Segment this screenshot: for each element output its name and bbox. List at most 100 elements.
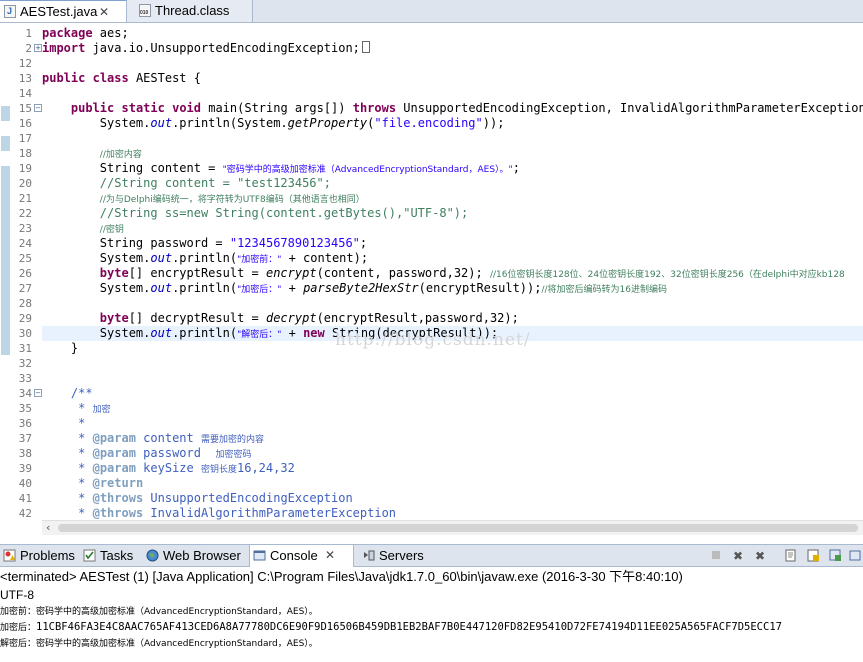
line-number: 33 xyxy=(18,372,32,385)
tab-problems[interactable]: Problems xyxy=(0,545,76,567)
code-text-area[interactable]: package aes; import java.io.UnsupportedE… xyxy=(42,23,863,520)
line-number: 32 xyxy=(18,357,32,370)
code-line: System.out.println("加密后：" + parseByte2He… xyxy=(99,281,668,295)
console-line: 加密前：密码学中的高级加密标准（AdvancedEncryptionStanda… xyxy=(0,607,318,617)
display-console-icon[interactable] xyxy=(848,549,862,563)
tab-aestest-java[interactable]: AESTest.java ✕ xyxy=(0,0,127,22)
line-number: 15 xyxy=(18,102,32,115)
code-line: byte[] encryptResult = encrypt(content, … xyxy=(99,266,845,280)
code-line: * xyxy=(70,416,86,430)
close-icon[interactable]: ✕ xyxy=(325,545,335,566)
line-number: 22 xyxy=(18,207,32,220)
tab-web-browser[interactable]: Web Browser xyxy=(143,545,245,567)
line-number: 13 xyxy=(18,72,32,85)
console-line: UTF-8 xyxy=(0,588,34,602)
code-line: * @param content 需要加密的内容 xyxy=(70,431,264,445)
console-icon xyxy=(253,550,266,561)
tab-servers[interactable]: Servers xyxy=(359,545,429,567)
collapse-fold-icon[interactable]: − xyxy=(34,104,42,112)
line-number: 25 xyxy=(18,252,32,265)
console-line: 加密后：11CBF46FA3E4C8AAC765AF413CED6A8A7778… xyxy=(0,621,782,633)
line-number: 20 xyxy=(18,177,32,190)
code-line: public static void main(String args[]) t… xyxy=(70,101,863,115)
tab-label: Console xyxy=(270,548,318,563)
view-tab-bar: Problems Tasks Web Browser Console ✕ Ser… xyxy=(0,544,863,567)
folded-imports-box[interactable] xyxy=(361,41,370,53)
line-number: 2 xyxy=(25,42,32,55)
tab-label: Servers xyxy=(379,548,424,563)
class-file-icon xyxy=(139,4,151,19)
code-line: package aes; xyxy=(42,26,129,40)
pin-console-icon[interactable] xyxy=(828,549,842,563)
code-line: * @throws InvalidAlgorithmParameterExcep… xyxy=(70,506,397,520)
console-process-label: <terminated> AESTest (1) [Java Applicati… xyxy=(0,569,683,584)
line-number: 16 xyxy=(18,117,32,130)
line-number: 21 xyxy=(18,192,32,205)
code-line: * @return xyxy=(70,476,144,490)
code-line: byte[] decryptResult = decrypt(encryptRe… xyxy=(99,311,519,325)
code-line: //密钥 xyxy=(99,225,124,235)
java-file-icon xyxy=(4,5,16,18)
line-number: 17 xyxy=(18,132,32,145)
code-line: * @param keySize 密钥长度16,24,32 xyxy=(70,461,295,475)
code-line: String password = "1234567890123456"; xyxy=(99,236,368,250)
line-number: 35 xyxy=(18,402,32,415)
code-line: System.out.println(System.getProperty("f… xyxy=(99,116,505,130)
code-line: //String ss=new String(content.getBytes(… xyxy=(99,206,469,220)
scrollbar-thumb[interactable] xyxy=(58,524,858,532)
code-line: String content = "密码学中的高级加密标准（AdvancedEn… xyxy=(99,161,520,175)
line-number: 29 xyxy=(18,312,32,325)
tasks-icon xyxy=(83,549,96,562)
code-line: //为与Delphi编码统一，将字符转为UTF8编码（其他语言也相同） xyxy=(99,195,365,205)
horizontal-scrollbar[interactable]: ‹ xyxy=(42,520,863,535)
clear-console-icon[interactable] xyxy=(784,549,798,563)
servers-icon xyxy=(364,550,375,561)
terminate-icon[interactable] xyxy=(709,549,723,563)
line-number: 36 xyxy=(18,417,32,430)
console-output[interactable]: <terminated> AESTest (1) [Java Applicati… xyxy=(0,567,863,662)
code-line: public class AESTest { xyxy=(42,71,201,85)
line-number: 31 xyxy=(18,342,32,355)
tab-console[interactable]: Console ✕ xyxy=(249,545,354,567)
line-number: 37 xyxy=(18,432,32,445)
globe-icon xyxy=(146,549,159,562)
line-number: 26 xyxy=(18,267,32,280)
line-number: 41 xyxy=(18,492,32,505)
remove-launch-icon[interactable]: ✖ xyxy=(731,549,745,563)
line-number: 27 xyxy=(18,282,32,295)
tab-label: Thread.class xyxy=(155,3,230,18)
tab-thread-class[interactable]: Thread.class xyxy=(127,0,253,22)
code-line: * 加密 xyxy=(70,401,111,415)
line-number: 42 xyxy=(18,507,32,520)
line-number: 24 xyxy=(18,237,32,250)
line-number: 14 xyxy=(18,87,32,100)
code-line: * @throws UnsupportedEncodingException xyxy=(70,491,353,505)
tab-label: Problems xyxy=(20,548,75,563)
code-editor[interactable]: 1 2 + 12 13 14 15 − 16 17 18 19 20 21 22… xyxy=(0,23,863,520)
collapse-fold-icon[interactable]: − xyxy=(34,389,42,397)
expand-fold-icon[interactable]: + xyxy=(34,44,42,52)
code-line: //String content = "test123456"; xyxy=(99,176,331,190)
close-icon[interactable]: ✕ xyxy=(99,1,109,23)
problems-icon xyxy=(3,549,16,562)
editor-tab-bar: AESTest.java ✕ Thread.class xyxy=(0,0,863,23)
tab-label: Tasks xyxy=(100,548,134,563)
line-number: 40 xyxy=(18,477,32,490)
tab-tasks[interactable]: Tasks xyxy=(80,545,140,567)
scroll-left-icon[interactable]: ‹ xyxy=(46,521,50,535)
code-line: System.out.println("加密前：" + content); xyxy=(99,251,369,265)
line-number: 38 xyxy=(18,447,32,460)
line-number-gutter: 1 2 + 12 13 14 15 − 16 17 18 19 20 21 22… xyxy=(12,23,42,520)
code-line: /** xyxy=(70,386,93,400)
tab-label: AESTest.java xyxy=(20,4,98,19)
scroll-lock-icon[interactable] xyxy=(806,549,820,563)
line-number: 23 xyxy=(18,222,32,235)
remove-all-terminated-icon[interactable]: ✖ xyxy=(753,549,767,563)
line-number: 28 xyxy=(18,297,32,310)
tab-label: Web Browser xyxy=(163,548,241,563)
code-line: import java.io.UnsupportedEncodingExcept… xyxy=(42,41,863,56)
line-number: 34 xyxy=(18,387,32,400)
code-line: } xyxy=(70,341,79,355)
line-number: 30 xyxy=(18,327,32,340)
line-number: 18 xyxy=(18,147,32,160)
